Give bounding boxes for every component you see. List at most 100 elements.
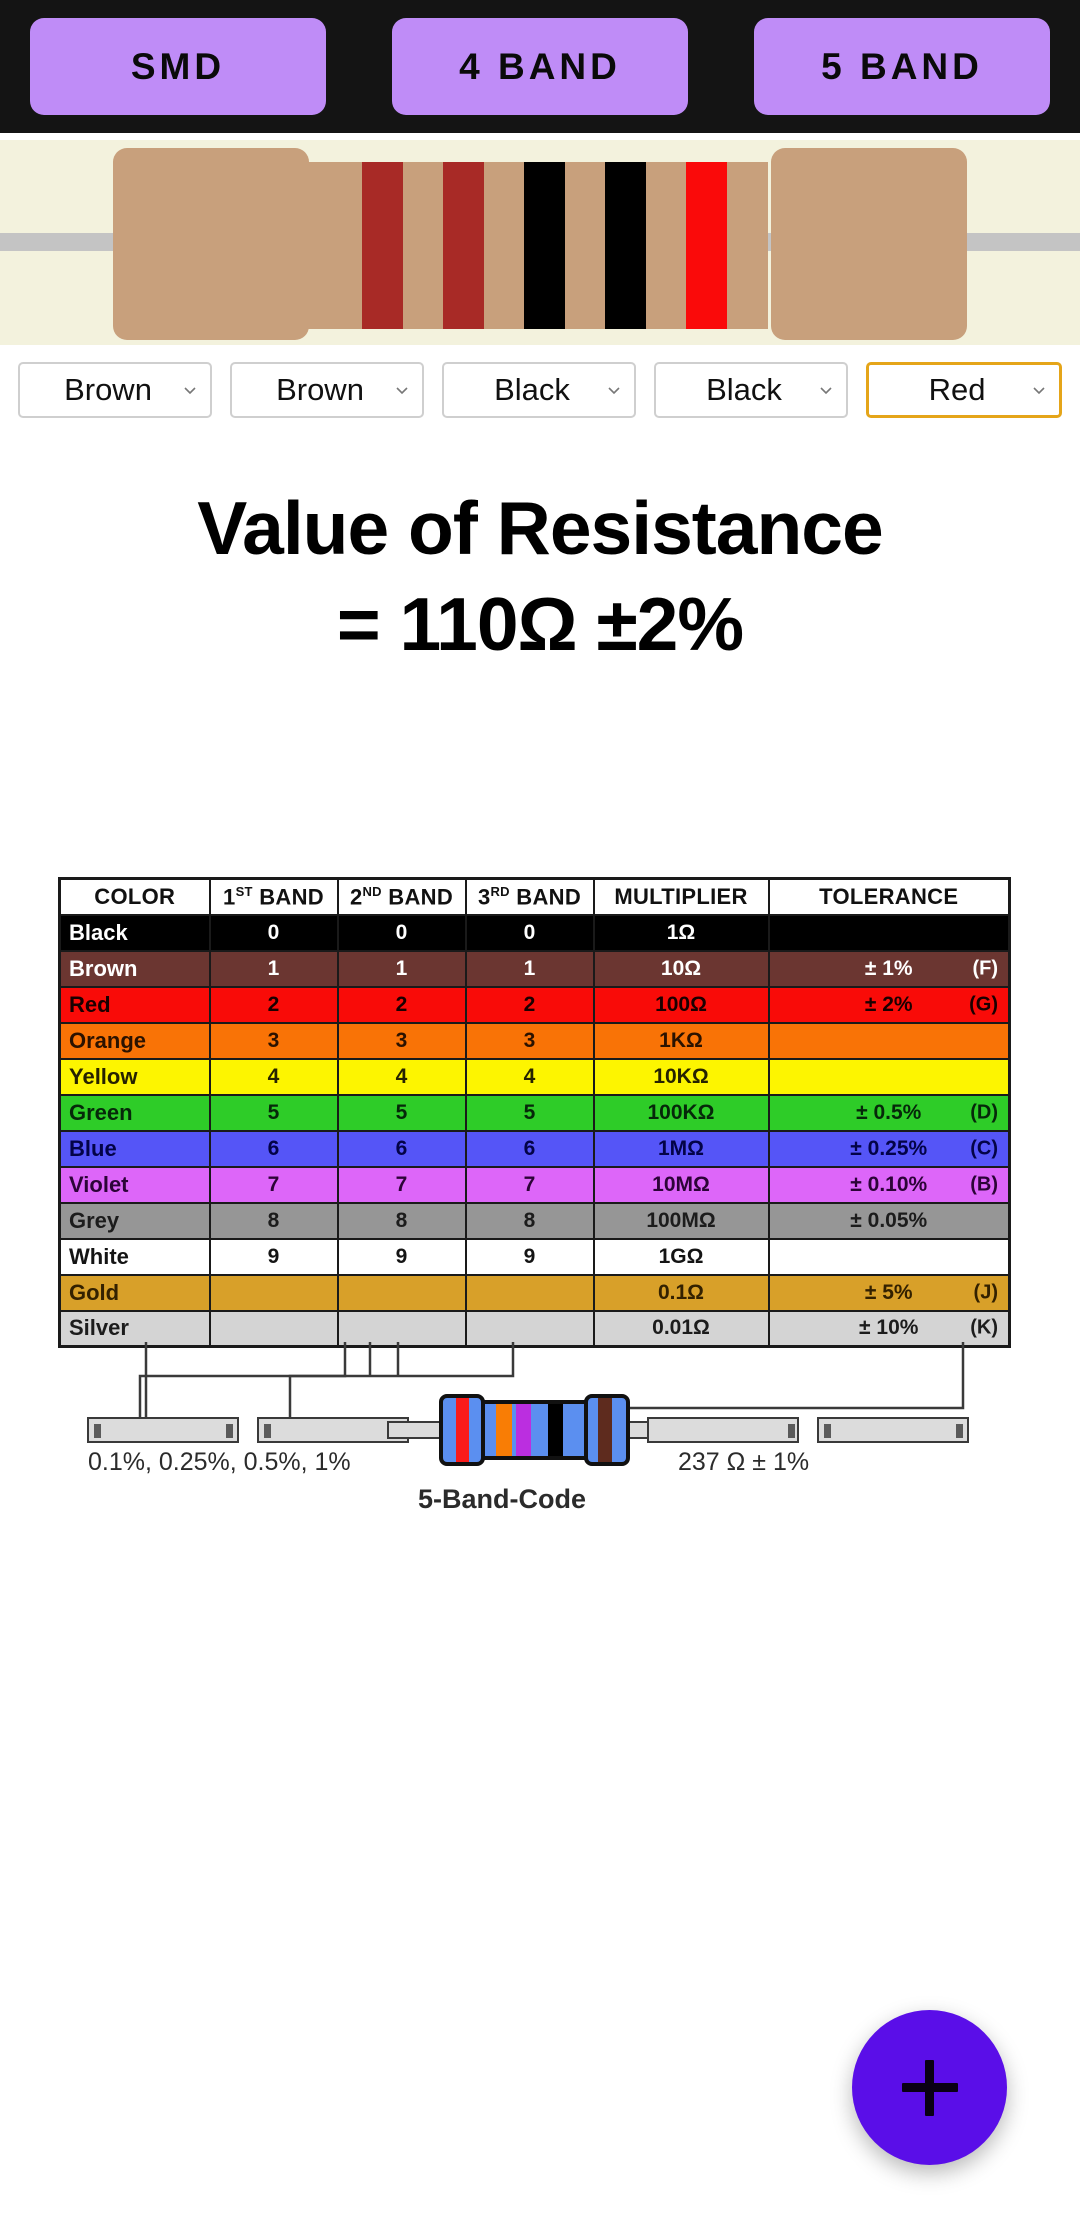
table-row: Orange 3 3 3 1KΩ	[58, 1021, 1011, 1060]
cell-multiplier: 0.1Ω	[592, 1273, 770, 1312]
column-header-multiplier: MULTIPLIER	[592, 877, 770, 916]
color-code-chart: COLOR 1ST BAND 2ND BAND 3RD BAND MULTIPL…	[58, 877, 1011, 1348]
resistor-preview	[0, 140, 1080, 345]
cell-band1	[208, 1273, 339, 1312]
chevron-down-icon	[394, 382, 410, 398]
cell-band2: 2	[336, 985, 467, 1024]
cell-multiplier: 1MΩ	[592, 1129, 770, 1168]
cell-band1: 2	[208, 985, 339, 1024]
table-row: Grey 8 8 8 100MΩ ± 0.05%	[58, 1201, 1011, 1240]
cell-color-name: Red	[58, 985, 211, 1024]
table-row: Yellow 4 4 4 10KΩ	[58, 1057, 1011, 1096]
cell-tolerance: ± 0.10% (B)	[767, 1165, 1011, 1204]
cell-multiplier: 1GΩ	[592, 1237, 770, 1276]
mode-toolbar: SMD 4 BAND 5 BAND	[0, 0, 1080, 133]
resistor-band-3	[524, 162, 565, 329]
cell-color-name: Blue	[58, 1129, 211, 1168]
five-band-code-diagram: 0.1%, 0.25%, 0.5%, 1% 237 Ω ± 1% 5-Band-…	[58, 1340, 1008, 1540]
cell-color-name: Black	[58, 913, 211, 952]
cell-band2	[336, 1273, 467, 1312]
plus-icon	[901, 2059, 958, 2116]
table-row: Blue 6 6 6 1MΩ ± 0.25% (C)	[58, 1129, 1011, 1168]
resistor-end-cap-right	[771, 148, 967, 340]
band-1-select-value: Brown	[64, 372, 152, 407]
resistor-band-2	[443, 162, 484, 329]
resistor-band-1	[362, 162, 403, 329]
resistor-end-cap-left	[113, 148, 309, 340]
cell-band2: 6	[336, 1129, 467, 1168]
diagram-value-label: 237 Ω ± 1%	[678, 1448, 809, 1476]
cell-band1: 0	[208, 913, 339, 952]
cell-band2: 0	[336, 913, 467, 952]
cell-band1: 9	[208, 1237, 339, 1276]
cell-band2: 7	[336, 1165, 467, 1204]
band-selector-row: Brown Brown Black Black Red	[0, 358, 1080, 422]
resistance-result-line2: = 110Ω ±2%	[336, 582, 744, 666]
five-band-mode-button[interactable]: 5 BAND	[754, 18, 1050, 115]
tolerance-select[interactable]: Red	[866, 362, 1062, 418]
band-2-select-value: Brown	[276, 372, 364, 407]
cell-tolerance: ± 5% (J)	[767, 1273, 1011, 1312]
cell-band2: 3	[336, 1021, 467, 1060]
table-header-row: COLOR 1ST BAND 2ND BAND 3RD BAND MULTIPL…	[58, 877, 1011, 916]
cell-band3: 5	[464, 1093, 595, 1132]
tolerance-select-value: Red	[928, 372, 986, 407]
chevron-down-icon	[818, 382, 834, 398]
table-row: Green 5 5 5 100KΩ ± 0.5% (D)	[58, 1093, 1011, 1132]
table-row: Red 2 2 2 100Ω ± 2% (G)	[58, 985, 1011, 1024]
cell-band1: 5	[208, 1093, 339, 1132]
cell-tolerance: ± 2% (G)	[767, 985, 1011, 1024]
resistor-body	[305, 162, 768, 329]
resistor-band-4	[605, 162, 646, 329]
cell-band3: 1	[464, 949, 595, 988]
multiplier-select[interactable]: Black	[654, 362, 848, 418]
cell-band1: 7	[208, 1165, 339, 1204]
cell-tolerance: ± 0.05%	[767, 1201, 1011, 1240]
cell-multiplier: 10Ω	[592, 949, 770, 988]
cell-band3: 7	[464, 1165, 595, 1204]
cell-band3: 9	[464, 1237, 595, 1276]
callout-bar-right2	[817, 1417, 969, 1443]
cell-color-name: Orange	[58, 1021, 211, 1060]
band-3-select[interactable]: Black	[442, 362, 636, 418]
diagram-caption: 5-Band-Code	[418, 1484, 586, 1514]
column-header-band1: 1ST BAND	[208, 877, 339, 916]
band-2-select[interactable]: Brown	[230, 362, 424, 418]
cell-band3: 8	[464, 1201, 595, 1240]
callout-bar-right	[647, 1417, 799, 1443]
column-header-tolerance: TOLERANCE	[767, 877, 1011, 916]
cell-color-name: Brown	[58, 949, 211, 988]
smd-mode-button[interactable]: SMD	[30, 18, 326, 115]
cell-band1: 3	[208, 1021, 339, 1060]
resistance-result-line1: Value of Resistance	[197, 486, 883, 570]
cell-band1: 4	[208, 1057, 339, 1096]
column-header-band3: 3RD BAND	[464, 877, 595, 916]
cell-band2: 5	[336, 1093, 467, 1132]
table-row: Gold 0.1Ω ± 5% (J)	[58, 1273, 1011, 1312]
cell-band3	[464, 1273, 595, 1312]
table-row: White 9 9 9 1GΩ	[58, 1237, 1011, 1276]
band-3-select-value: Black	[494, 372, 570, 407]
column-header-band2: 2ND BAND	[336, 877, 467, 916]
callout-bar-left	[87, 1417, 239, 1443]
resistance-result: Value of Resistance = 110Ω ±2%	[0, 480, 1080, 672]
chevron-down-icon	[606, 382, 622, 398]
cell-tolerance: ± 1% (F)	[767, 949, 1011, 988]
cell-tolerance	[767, 1237, 1011, 1276]
table-row: Black 0 0 0 1Ω	[58, 913, 1011, 952]
cell-band3: 4	[464, 1057, 595, 1096]
add-button[interactable]	[852, 2010, 1007, 2165]
resistor-band-5	[686, 162, 727, 329]
table-row: Violet 7 7 7 10MΩ ± 0.10% (B)	[58, 1165, 1011, 1204]
diagram-tolerance-label: 0.1%, 0.25%, 0.5%, 1%	[88, 1448, 351, 1476]
cell-color-name: Yellow	[58, 1057, 211, 1096]
cell-tolerance: ± 0.5% (D)	[767, 1093, 1011, 1132]
cell-band1: 1	[208, 949, 339, 988]
cell-color-name: Gold	[58, 1273, 211, 1312]
table-row: Brown 1 1 1 10Ω ± 1% (F)	[58, 949, 1011, 988]
cell-tolerance	[767, 1057, 1011, 1096]
cell-multiplier: 100KΩ	[592, 1093, 770, 1132]
band-1-select[interactable]: Brown	[18, 362, 212, 418]
four-band-mode-button[interactable]: 4 BAND	[392, 18, 688, 115]
callout-bar-left2	[257, 1417, 409, 1443]
